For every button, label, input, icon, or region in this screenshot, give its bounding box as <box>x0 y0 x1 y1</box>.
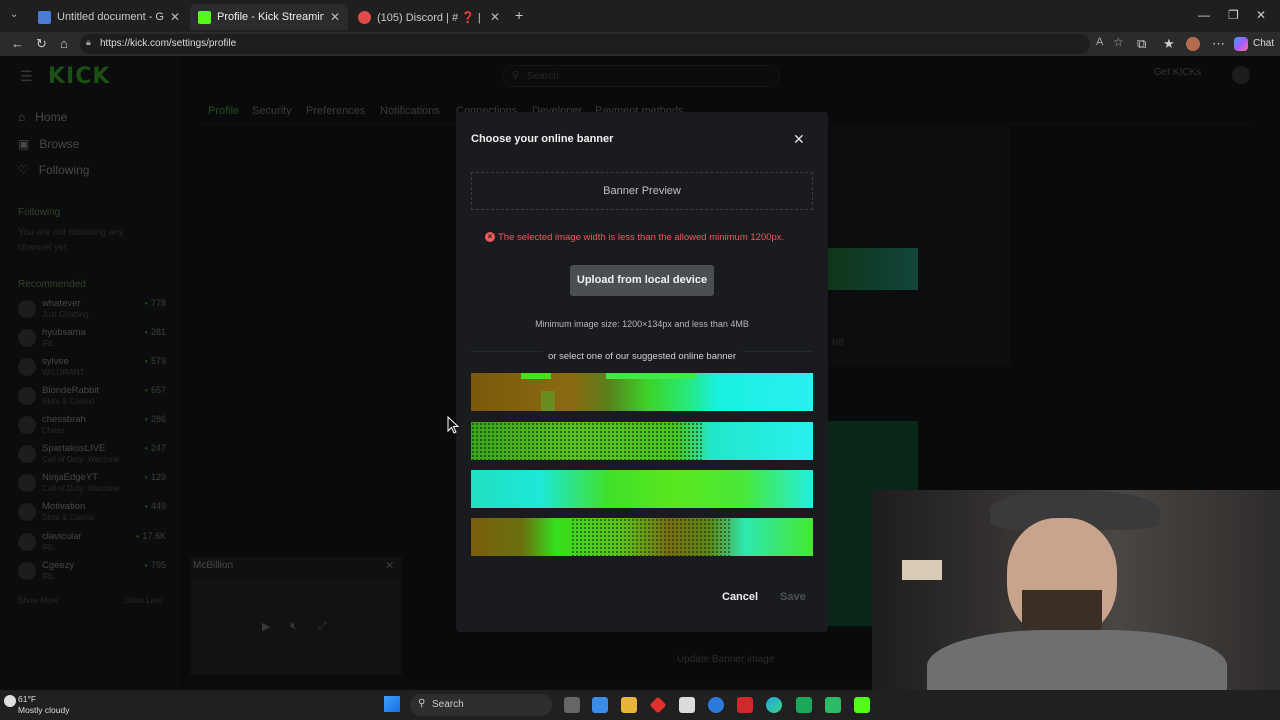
task-view-icon[interactable] <box>564 697 580 713</box>
taskbar-search-input[interactable]: ⚲ Search <box>410 694 552 716</box>
read-aloud-icon[interactable]: A <box>1096 36 1103 48</box>
app-icon[interactable] <box>825 697 841 713</box>
suggested-banner-4[interactable] <box>471 518 813 556</box>
new-tab-icon[interactable]: + <box>515 7 523 23</box>
discord-icon <box>358 10 371 24</box>
address-bar-row: ← ↻ ⌂ 🔒︎ https://kick.com/settings/profi… <box>0 32 1280 56</box>
taskbar-search-placeholder: Search <box>432 699 464 710</box>
banner-pixel-block <box>541 391 555 411</box>
maximize-icon[interactable]: ❐ <box>1228 8 1239 22</box>
favorite-star-icon[interactable]: ☆ <box>1113 35 1124 49</box>
banner-pixel-block <box>521 373 551 379</box>
close-tab-icon[interactable]: ✕ <box>330 10 340 24</box>
help-icon[interactable] <box>708 697 724 713</box>
windows-taskbar: 61°F Mostly cloudy ⚲ Search <box>0 690 1280 720</box>
tab-kick-profile[interactable]: Profile - Kick Streaming ✕ <box>190 4 348 30</box>
tab-label: Untitled document - Google Docs <box>57 11 164 23</box>
banner-preview-label: Banner Preview <box>603 185 681 197</box>
upload-button-label: Upload from local device <box>576 274 708 286</box>
banner-dither <box>471 422 703 460</box>
modal-title: Choose your online banner <box>471 133 614 145</box>
wall-plate <box>902 560 942 580</box>
banner-modal: Choose your online banner ✕ Banner Previ… <box>456 112 828 632</box>
error-icon: × <box>485 232 495 242</box>
tab-label: Profile - Kick Streaming <box>217 11 324 23</box>
upload-button[interactable]: Upload from local device <box>570 265 714 296</box>
store-icon[interactable] <box>679 697 695 713</box>
url-text: https://kick.com/settings/profile <box>100 38 237 49</box>
shield-app-icon[interactable] <box>737 697 753 713</box>
favorites-icon[interactable]: ★ <box>1163 36 1175 52</box>
file-explorer-icon[interactable] <box>621 697 637 713</box>
more-menu-icon[interactable]: ⋯ <box>1212 36 1225 52</box>
save-button[interactable]: Save <box>780 591 806 603</box>
extensions-icon[interactable]: ⧉ <box>1137 36 1146 52</box>
cancel-button[interactable]: Cancel <box>722 591 758 603</box>
banner-preview: Banner Preview <box>471 172 813 210</box>
close-tab-icon[interactable]: ✕ <box>170 10 180 24</box>
close-tab-icon[interactable]: ✕ <box>490 10 500 24</box>
copilot-icon[interactable] <box>1234 37 1248 51</box>
temperature: 61°F <box>18 694 37 704</box>
home-icon[interactable]: ⌂ <box>60 36 68 51</box>
weather-condition: Mostly cloudy <box>18 705 70 715</box>
mouse-cursor-icon <box>447 416 459 434</box>
windows-start-icon[interactable] <box>384 696 400 712</box>
edge-icon[interactable] <box>766 697 782 713</box>
weather-widget[interactable]: 61°F Mostly cloudy <box>18 694 70 716</box>
browser-tab-bar: ⌄ Untitled document - Google Docs ✕ Prof… <box>0 0 1280 32</box>
profile-avatar[interactable] <box>1186 37 1200 51</box>
close-icon[interactable]: ✕ <box>793 131 805 148</box>
app-icon[interactable] <box>854 697 870 713</box>
url-field[interactable]: 🔒︎ https://kick.com/settings/profile A ☆ <box>80 34 1124 54</box>
weather-icon <box>4 695 16 707</box>
tab-google-docs[interactable]: Untitled document - Google Docs ✕ <box>30 4 188 30</box>
suggested-heading-text: or select one of our suggested online ba… <box>541 351 743 362</box>
error-message: The selected image width is less than th… <box>498 232 785 243</box>
banner-dither <box>571 518 731 556</box>
suggested-banner-3[interactable] <box>471 470 813 508</box>
app-icon[interactable] <box>796 697 812 713</box>
min-size-hint: Minimum image size: 1200×134px and less … <box>535 319 749 329</box>
tab-label: (105) Discord | # ❓ | tools-help | T... <box>377 11 484 24</box>
refresh-icon[interactable]: ↻ <box>36 36 47 52</box>
window-close-icon[interactable]: ✕ <box>1256 8 1266 22</box>
app-icon[interactable] <box>649 696 667 714</box>
webcam-overlay <box>872 490 1280 720</box>
chat-label[interactable]: Chat <box>1253 38 1274 49</box>
tab-list-icon[interactable]: ⌄ <box>10 9 18 20</box>
suggested-banner-1[interactable] <box>471 373 813 411</box>
lock-icon: 🔒︎ <box>86 37 91 47</box>
search-icon: ⚲ <box>418 698 426 709</box>
copilot-icon[interactable] <box>592 697 608 713</box>
suggested-heading: or select one of our suggested online ba… <box>456 346 828 364</box>
minimize-icon[interactable]: — <box>1198 8 1210 22</box>
suggested-banner-2[interactable] <box>471 422 813 460</box>
banner-pixel-block <box>606 373 696 379</box>
back-icon[interactable]: ← <box>11 36 24 51</box>
docs-icon <box>38 10 51 24</box>
tab-discord[interactable]: (105) Discord | # ❓ | tools-help | T... … <box>350 4 508 30</box>
kick-icon <box>198 10 211 24</box>
